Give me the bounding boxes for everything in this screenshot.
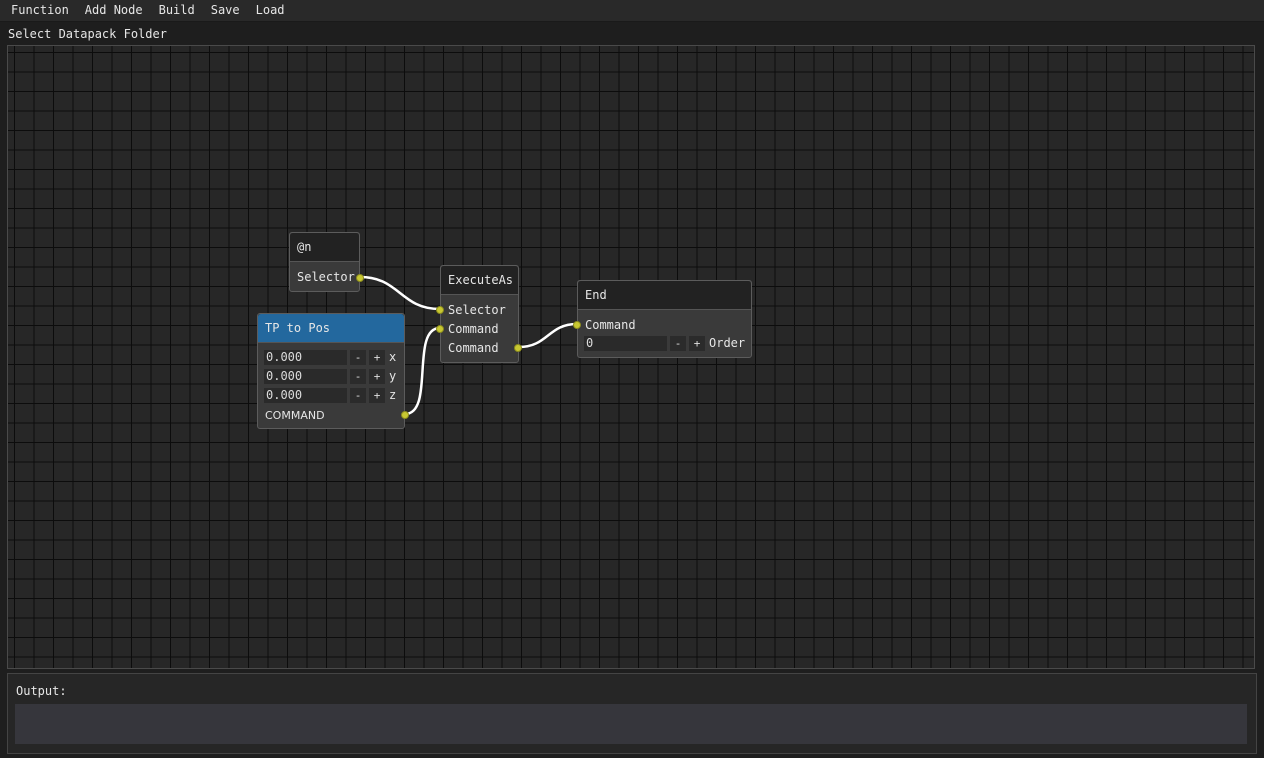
order-label: Order	[709, 336, 746, 350]
y-increment-button[interactable]: +	[369, 369, 385, 384]
z-decrement-button[interactable]: -	[350, 388, 366, 403]
menu-function[interactable]: Function	[0, 0, 77, 21]
x-value-input[interactable]: 0.000	[264, 350, 347, 365]
input-pin-dot[interactable]	[436, 325, 444, 333]
input-pin-dot[interactable]	[573, 321, 581, 329]
output-pin-dot[interactable]	[401, 411, 409, 419]
output-pin-label: Command	[448, 341, 499, 355]
order-decrement-button[interactable]: -	[670, 336, 686, 351]
node-title: End	[578, 281, 751, 310]
y-label: y	[389, 369, 397, 383]
output-pin-label: Selector	[297, 270, 355, 284]
select-datapack-folder-button[interactable]: Select Datapack Folder	[8, 27, 167, 41]
input-pin-label: Command	[585, 318, 636, 332]
node-selector[interactable]: @n Selector	[289, 232, 364, 292]
input-pin-dot[interactable]	[436, 306, 444, 314]
link-selector-to-executeas[interactable]	[359, 275, 441, 311]
output-panel: Output:	[7, 673, 1257, 754]
node-executeas[interactable]: ExecuteAs Selector Command Command	[436, 265, 522, 363]
menu-add-node[interactable]: Add Node	[77, 0, 151, 21]
link-command-to-executeas[interactable]	[404, 326, 441, 416]
node-title: TP to Pos	[258, 314, 404, 343]
y-decrement-button[interactable]: -	[350, 369, 366, 384]
menu-bar: Function Add Node Build Save Load	[0, 0, 1264, 22]
y-value-input[interactable]: 0.000	[264, 369, 347, 384]
z-value-input[interactable]: 0.000	[264, 388, 347, 403]
input-pin-label: Selector	[448, 303, 506, 317]
order-value-input[interactable]: 0	[584, 336, 667, 351]
node-editor-canvas[interactable]: @n Selector TP to Pos 0.000 - + x 0.000 …	[7, 45, 1255, 669]
output-pin-dot[interactable]	[356, 274, 364, 282]
x-label: x	[389, 350, 397, 364]
output-label: Output:	[16, 684, 67, 698]
link-executeas-to-end[interactable]	[518, 322, 578, 349]
node-end[interactable]: End Command 0 - + Order	[573, 280, 752, 358]
menu-build[interactable]: Build	[151, 0, 203, 21]
output-pin-dot[interactable]	[514, 344, 522, 352]
node-tp-to-pos[interactable]: TP to Pos 0.000 - + x 0.000 - + y 0.000 …	[257, 313, 409, 429]
z-label: z	[389, 388, 397, 402]
menu-load[interactable]: Load	[248, 0, 293, 21]
node-title: ExecuteAs	[441, 266, 518, 295]
z-increment-button[interactable]: +	[369, 388, 385, 403]
x-decrement-button[interactable]: -	[350, 350, 366, 365]
order-increment-button[interactable]: +	[689, 336, 705, 351]
x-increment-button[interactable]: +	[369, 350, 385, 365]
menu-save[interactable]: Save	[203, 0, 248, 21]
output-pin-label: COMMAND	[265, 409, 325, 422]
input-pin-label: Command	[448, 322, 499, 336]
node-title: @n	[290, 233, 359, 262]
output-textbox[interactable]	[15, 704, 1247, 744]
